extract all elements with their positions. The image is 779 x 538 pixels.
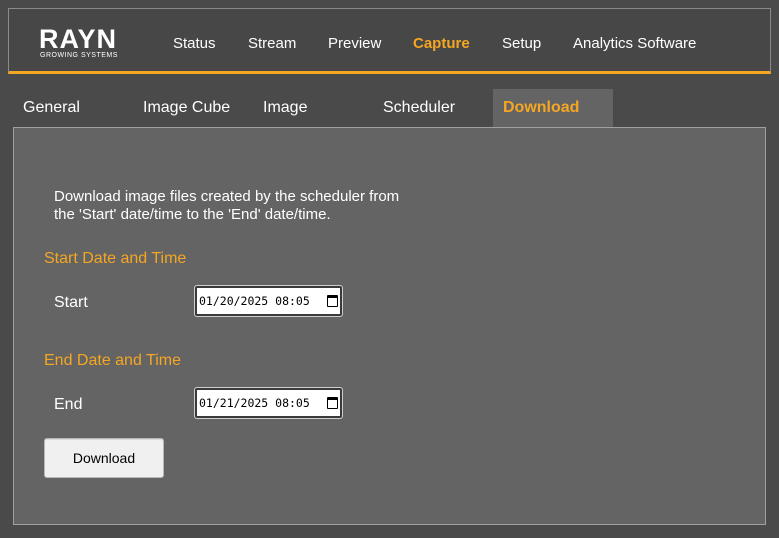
start-section-title: Start Date and Time <box>44 250 187 267</box>
rayn-logo[interactable]: RAYN GROWING SYSTEMS <box>39 26 121 62</box>
download-button[interactable]: Download <box>44 438 164 478</box>
nav-setup[interactable]: Setup <box>502 35 541 52</box>
nav-analytics-software[interactable]: Analytics Software <box>573 35 696 52</box>
description-line-1: Download image files created by the sche… <box>54 188 400 205</box>
end-section-title: End Date and Time <box>44 352 181 369</box>
end-datetime-value: 01/21/2025 08:05 <box>199 396 310 410</box>
start-datetime-input[interactable]: 01/20/2025 08:05 <box>194 285 343 317</box>
start-datetime-value: 01/20/2025 08:05 <box>199 294 310 308</box>
tab-image-cube[interactable]: Image Cube <box>143 89 230 127</box>
tab-scheduler[interactable]: Scheduler <box>383 89 455 127</box>
logo-wordmark: RAYN <box>39 24 118 54</box>
start-label: Start <box>54 294 88 311</box>
end-label: End <box>54 396 83 413</box>
end-datetime-input[interactable]: 01/21/2025 08:05 <box>194 387 343 419</box>
nav-status[interactable]: Status <box>173 35 216 52</box>
calendar-icon[interactable] <box>327 295 338 307</box>
tab-image[interactable]: Image <box>263 89 307 127</box>
description-line-2: the 'Start' date/time to the 'End' date/… <box>54 206 331 223</box>
download-description: Download image files created by the sche… <box>54 188 454 224</box>
download-panel: Download image files created by the sche… <box>13 127 766 525</box>
top-header: RAYN GROWING SYSTEMS Status Stream Previ… <box>8 8 771 74</box>
nav-preview[interactable]: Preview <box>328 35 381 52</box>
nav-capture[interactable]: Capture <box>413 35 470 52</box>
tab-general[interactable]: General <box>23 89 80 127</box>
calendar-icon[interactable] <box>327 397 338 409</box>
tab-download[interactable]: Download <box>493 89 613 127</box>
nav-stream[interactable]: Stream <box>248 35 296 52</box>
